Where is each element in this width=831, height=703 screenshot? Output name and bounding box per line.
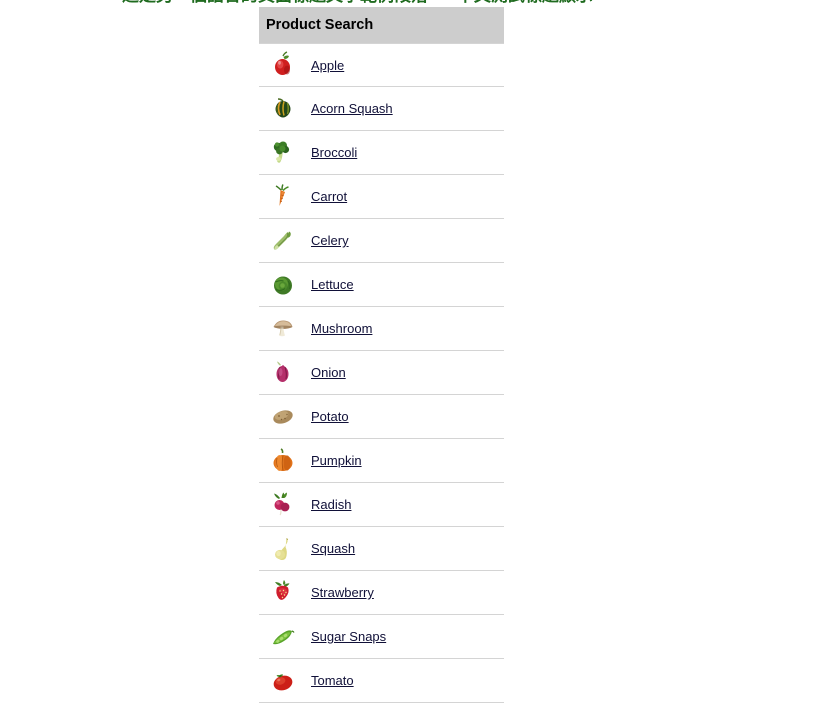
radish-icon [268, 490, 298, 520]
product-list-item[interactable]: Lettuce [259, 263, 504, 307]
product-list-item[interactable]: Celery [259, 219, 504, 263]
strawberry-icon [268, 578, 298, 608]
onion-icon [268, 358, 298, 388]
product-link[interactable]: Acorn Squash [311, 101, 393, 116]
lettuce-icon [268, 270, 298, 300]
potato-icon [268, 402, 298, 432]
product-list-item[interactable]: Broccoli [259, 131, 504, 175]
product-list: Apple Acorn Squash Broccoli Carrot Celer… [259, 43, 504, 703]
product-link[interactable]: Broccoli [311, 145, 357, 160]
product-list-item[interactable]: Onion [259, 351, 504, 395]
product-link[interactable]: Radish [311, 497, 351, 512]
sugar-snaps-icon [268, 622, 298, 652]
product-list-item[interactable]: Acorn Squash [259, 87, 504, 131]
product-link[interactable]: Celery [311, 233, 349, 248]
apple-icon [268, 50, 298, 80]
pumpkin-icon [268, 446, 298, 476]
product-link[interactable]: Carrot [311, 189, 347, 204]
product-link[interactable]: Sugar Snaps [311, 629, 386, 644]
tomato-icon [268, 666, 298, 696]
product-link[interactable]: Strawberry [311, 585, 374, 600]
product-list-item[interactable]: Mushroom [259, 307, 504, 351]
product-link[interactable]: Onion [311, 365, 346, 380]
acorn-squash-icon [268, 94, 298, 124]
product-list-item[interactable]: Sugar Snaps [259, 615, 504, 659]
product-list-item[interactable]: Tomato [259, 659, 504, 703]
product-list-item[interactable]: Pumpkin [259, 439, 504, 483]
product-search-panel: Product Search Apple Acorn Squash Brocco… [259, 7, 504, 703]
product-link[interactable]: Mushroom [311, 321, 372, 336]
product-link[interactable]: Squash [311, 541, 355, 556]
product-link[interactable]: Lettuce [311, 277, 354, 292]
product-list-item[interactable]: Potato [259, 395, 504, 439]
product-list-item[interactable]: Strawberry [259, 571, 504, 615]
product-list-item[interactable]: Squash [259, 527, 504, 571]
product-list-item[interactable]: Apple [259, 43, 504, 87]
panel-header: Product Search [259, 7, 504, 43]
celery-icon [268, 226, 298, 256]
product-link[interactable]: Potato [311, 409, 349, 424]
squash-icon [268, 534, 298, 564]
product-link[interactable]: Pumpkin [311, 453, 362, 468]
product-list-item[interactable]: Radish [259, 483, 504, 527]
mushroom-icon [268, 314, 298, 344]
product-link[interactable]: Tomato [311, 673, 354, 688]
broccoli-icon [268, 138, 298, 168]
product-link[interactable]: Apple [311, 58, 344, 73]
product-list-item[interactable]: Carrot [259, 175, 504, 219]
carrot-icon [268, 182, 298, 212]
